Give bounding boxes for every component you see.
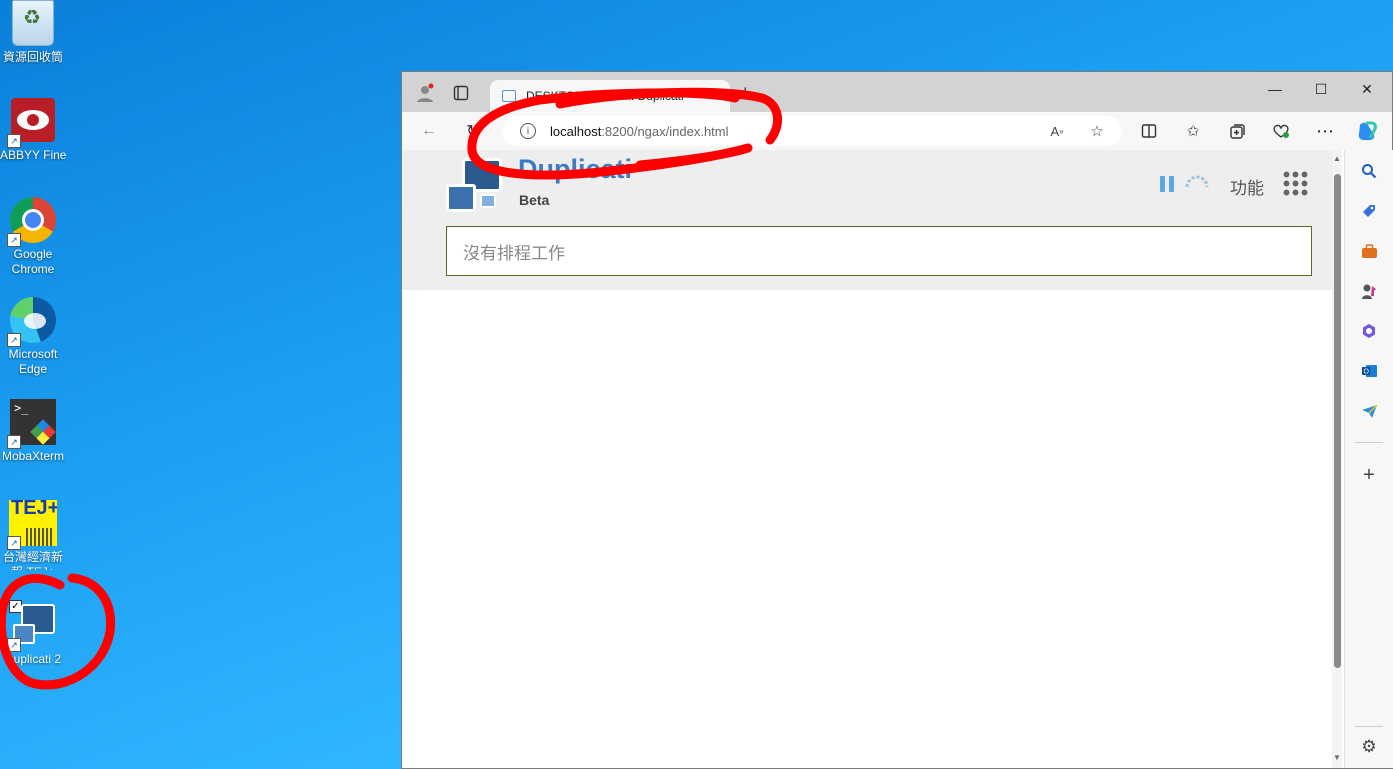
desktop-icon-label: 台灣經濟新報 TEJ+ xyxy=(2,550,63,570)
chrome-icon: ↗ xyxy=(7,197,57,247)
menu-label[interactable]: 功能 xyxy=(1230,174,1264,199)
refresh-icon[interactable]: ↻ xyxy=(460,118,486,144)
copilot-icon[interactable] xyxy=(1354,118,1380,144)
browser-window: DESKTOP-KHF4P... Duplicati ✕ + — ☐ ✕ ← ↻… xyxy=(401,71,1393,769)
page-content: Duplicati Beta 功能 沒有排程工作 xyxy=(402,150,1332,768)
desktop-icon-tej[interactable]: TEJ+ ↗ 台灣經濟新報 TEJ+ xyxy=(0,500,66,570)
maximize-icon[interactable]: ☐ xyxy=(1298,72,1344,106)
abbyy-icon: ↗ xyxy=(7,98,57,148)
browser-essentials-icon[interactable] xyxy=(1268,118,1294,144)
duplicati-icon: ↗ xyxy=(7,602,57,652)
app-header: Duplicati Beta 功能 沒有排程工作 xyxy=(402,150,1332,290)
desktop-icon-abbyy[interactable]: ↗ ABBYY FineRead... xyxy=(0,98,66,163)
shortcut-arrow-icon: ↗ xyxy=(7,134,21,148)
browser-tab[interactable]: DESKTOP-KHF4P... Duplicati ✕ xyxy=(490,80,730,112)
add-sidebar-app-icon[interactable]: + xyxy=(1356,462,1382,488)
favorites-icon[interactable]: ✩ xyxy=(1180,118,1206,144)
send-drop-icon[interactable] xyxy=(1356,398,1382,424)
tej-icon: TEJ+ ↗ xyxy=(7,500,57,550)
mobaxterm-icon: ↗ xyxy=(7,399,57,449)
menu-grid-icon[interactable] xyxy=(1282,170,1308,196)
duplicati-logo-icon[interactable] xyxy=(446,158,508,214)
search-icon[interactable] xyxy=(1356,158,1382,184)
desktop-icon-label: MobaXterm xyxy=(1,449,65,463)
read-aloud-icon[interactable]: A» xyxy=(1044,118,1070,144)
split-screen-icon[interactable] xyxy=(1136,118,1162,144)
minimize-icon[interactable]: — xyxy=(1252,72,1298,106)
desktop-icon-label: ABBYY FineRead... xyxy=(0,148,66,162)
favorite-star-icon[interactable]: ☆ xyxy=(1084,118,1110,144)
desktop-icon-chrome[interactable]: ↗ Google Chrome xyxy=(0,197,66,277)
app-name[interactable]: Duplicati xyxy=(518,154,632,185)
games-chess-icon[interactable] xyxy=(1356,278,1382,304)
address-bar[interactable]: i localhost:8200/ngax/index.html xyxy=(502,116,1122,146)
tab-title: DESKTOP-KHF4P... Duplicati xyxy=(526,89,684,103)
schedule-text: 沒有排程工作 xyxy=(463,244,565,263)
tab-actions-icon[interactable] xyxy=(448,80,474,106)
more-options-icon[interactable]: ⋯ xyxy=(1312,118,1338,144)
address-path: :8200/ngax/index.html xyxy=(601,123,729,139)
vertical-scrollbar[interactable]: ▲ ▼ xyxy=(1332,150,1342,768)
edge-sidebar: O + ⚙ xyxy=(1344,150,1393,768)
shortcut-arrow-icon: ↗ xyxy=(7,536,21,550)
tools-briefcase-icon[interactable] xyxy=(1356,238,1382,264)
collections-icon[interactable] xyxy=(1224,118,1250,144)
back-arrow-icon[interactable]: ← xyxy=(416,118,442,144)
site-info-icon[interactable]: i xyxy=(520,123,536,139)
sidebar-divider xyxy=(1355,442,1383,443)
edge-icon: ↗ xyxy=(7,297,57,347)
tab-close-icon[interactable]: ✕ xyxy=(712,89,722,103)
desktop-icon-label: 資源回收筒 xyxy=(2,50,63,64)
desktop-icon-recycle-bin[interactable]: 資源回收筒 xyxy=(0,0,66,65)
scroll-up-icon[interactable]: ▲ xyxy=(1332,154,1342,163)
app-subtitle: Beta xyxy=(519,192,550,208)
desktop-icon-mobaxterm[interactable]: ↗ MobaXterm xyxy=(0,399,66,464)
address-host: localhost xyxy=(550,123,602,139)
shortcut-arrow-icon: ↗ xyxy=(7,333,21,347)
desktop-icon-edge[interactable]: ↗ Microsoft Edge xyxy=(0,297,66,377)
desktop-icon-label: Duplicati 2 xyxy=(4,652,62,666)
duplicati-favicon xyxy=(502,90,516,102)
svg-text:O: O xyxy=(1363,369,1369,376)
new-tab-icon[interactable]: + xyxy=(740,82,751,103)
outlook-icon[interactable]: O xyxy=(1356,358,1382,384)
microsoft-365-icon[interactable] xyxy=(1356,318,1382,344)
browser-toolbar: ← ↻ i localhost:8200/ngax/index.html A» … xyxy=(402,112,1392,150)
throttle-speed-icon[interactable] xyxy=(1184,174,1210,190)
scroll-down-icon[interactable]: ▼ xyxy=(1332,753,1342,762)
pause-icon[interactable] xyxy=(1160,176,1174,192)
tej-logo-text: TEJ+ xyxy=(11,500,57,519)
recycle-bin-icon xyxy=(9,0,57,48)
shortcut-arrow-icon: ↗ xyxy=(7,435,21,449)
desktop-icon-label: Google Chrome xyxy=(11,247,55,276)
title-bar: DESKTOP-KHF4P... Duplicati ✕ + — ☐ ✕ xyxy=(402,72,1392,112)
sidebar-settings-gear-icon[interactable]: ⚙ xyxy=(1356,734,1382,760)
sidebar-divider xyxy=(1355,726,1383,727)
shortcut-arrow-icon: ↗ xyxy=(7,638,21,652)
desktop-icon-duplicati[interactable]: ✓ ↗ Duplicati 2 xyxy=(0,600,66,667)
close-window-icon[interactable]: ✕ xyxy=(1344,72,1390,106)
shopping-tag-icon[interactable] xyxy=(1356,198,1382,224)
profile-icon[interactable] xyxy=(412,80,438,106)
schedule-status-box: 沒有排程工作 xyxy=(446,226,1312,276)
desktop-icon-label: Microsoft Edge xyxy=(8,347,58,376)
scrollbar-thumb[interactable] xyxy=(1334,174,1341,668)
shortcut-arrow-icon: ↗ xyxy=(7,233,21,247)
